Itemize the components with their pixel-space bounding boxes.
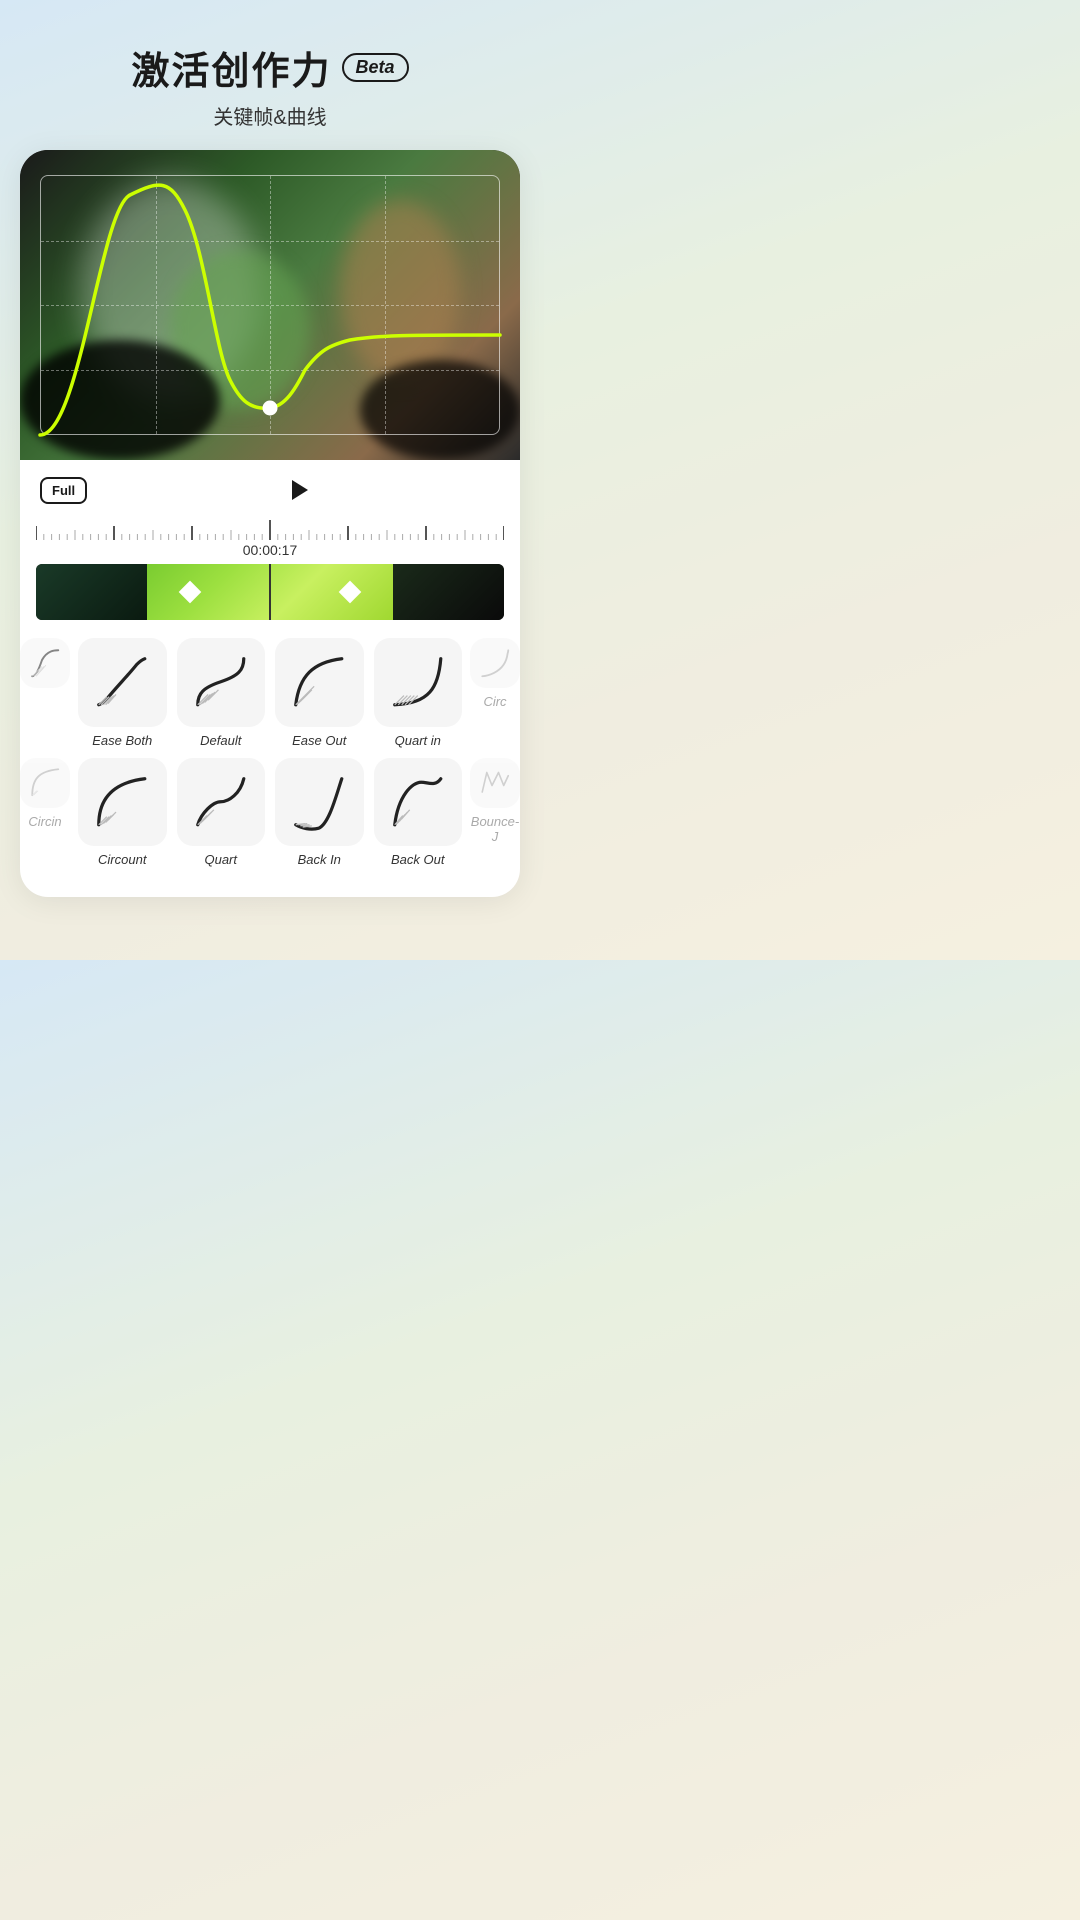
easing-item-quart-in: Quart in — [374, 638, 463, 748]
controls-bar: Full — [20, 460, 520, 520]
side-ghost-left-row2: Circin — [20, 758, 70, 829]
timeline-cursor-container — [36, 564, 504, 620]
easing-item-quart: Quart — [177, 758, 266, 868]
easing-card-ghost-bounce[interactable] — [470, 758, 520, 808]
header-main-text: 激活创作力 — [131, 40, 331, 95]
easing-label-back-out: Back Out — [391, 852, 444, 867]
easing-item-back-out: Back Out — [374, 758, 463, 868]
easing-card-default[interactable] — [177, 638, 266, 727]
timeline-time: 00:00:17 — [36, 542, 504, 558]
film-cursor-line — [269, 564, 271, 620]
easing-label-ease-both: Ease Both — [92, 733, 152, 748]
easing-row-2: Circin Circount — [20, 758, 520, 868]
play-button[interactable] — [281, 472, 317, 508]
easing-item-ease-both: Ease Both — [78, 638, 167, 748]
main-card: Full — [20, 150, 520, 897]
timeline-ruler — [36, 520, 504, 540]
easing-item-circount: Circount — [78, 758, 167, 868]
easing-row2-main: Circount Quart — [78, 758, 462, 868]
side-ghost-right-row2: Bounce-J — [470, 758, 520, 844]
easing-row-1: Ease Both Default — [20, 638, 520, 748]
easing-item-default: Default — [177, 638, 266, 748]
full-button[interactable]: Full — [40, 477, 87, 504]
easing-card-circount[interactable] — [78, 758, 167, 847]
easing-label-quart-in: Quart in — [395, 733, 441, 748]
easing-card-ghost-circ[interactable] — [470, 638, 520, 688]
side-ghost-right-row1: Circ — [470, 638, 520, 709]
film-segment-dark-right — [393, 564, 504, 620]
easing-label-circount: Circount — [98, 852, 146, 867]
easing-card-ghost-circin[interactable] — [20, 758, 70, 808]
easing-label-back-in: Back In — [298, 852, 341, 867]
film-strip[interactable] — [36, 564, 504, 620]
easing-card-back-in[interactable] — [275, 758, 364, 847]
easing-label-ease-out: Ease Out — [292, 733, 346, 748]
play-icon — [292, 480, 308, 500]
easing-card-quart[interactable] — [177, 758, 266, 847]
side-ghost-left-row1 — [20, 638, 70, 688]
easing-item-back-in: Back In — [275, 758, 364, 868]
beta-badge: Beta — [342, 53, 409, 82]
easing-card-ghost-left-row1[interactable] — [20, 638, 70, 688]
curve-svg — [20, 150, 520, 460]
header: 激活创作力 Beta 关键帧&曲线 — [131, 40, 408, 130]
video-preview — [20, 150, 520, 460]
easing-card-ease-out[interactable] — [275, 638, 364, 727]
film-segment-dark-left — [36, 564, 147, 620]
timeline-section: 00:00:17 — [20, 520, 520, 620]
easing-label-quart: Quart — [204, 852, 237, 867]
ruler-svg — [36, 520, 504, 540]
header-subtitle: 关键帧&曲线 — [131, 101, 408, 130]
easing-label-bounce: Bounce-J — [470, 814, 520, 844]
easing-card-ease-both[interactable] — [78, 638, 167, 727]
easing-label-circin: Circin — [28, 814, 61, 829]
easing-label-circ: Circ — [483, 694, 506, 709]
easing-card-back-out[interactable] — [374, 758, 463, 847]
easing-row1-main: Ease Both Default — [78, 638, 462, 748]
easing-card-quart-in[interactable] — [374, 638, 463, 727]
easing-label-default: Default — [200, 733, 241, 748]
easing-item-ease-out: Ease Out — [275, 638, 364, 748]
